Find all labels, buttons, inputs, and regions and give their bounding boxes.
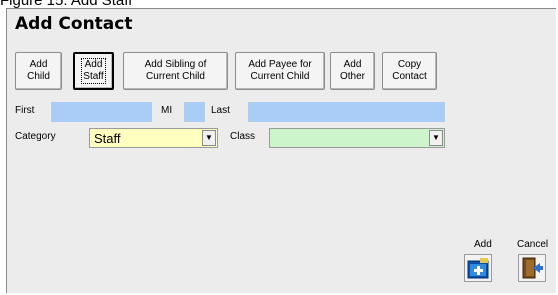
add-other-label: Add Other [339,59,365,82]
add-child-label: Add Child [27,59,50,82]
add-other-button[interactable]: Add Other [330,52,375,90]
add-payee-button[interactable]: Add Payee for Current Child [235,52,325,90]
category-label: Category [15,131,56,142]
add-sibling-button[interactable]: Add Sibling of Current Child [123,52,228,90]
add-payee-label: Add Payee for Current Child [248,59,312,82]
figure-caption: Figure 15: Add Staff [0,0,558,8]
category-dropdown-arrow-icon[interactable]: ▼ [202,130,216,146]
add-child-button[interactable]: Add Child [15,52,62,90]
last-name-label: Last [211,105,230,116]
first-name-field[interactable] [51,102,152,122]
add-sibling-label: Add Sibling of Current Child [144,59,207,82]
cancel-action-label: Cancel [517,239,549,250]
middle-initial-label: MI [161,105,173,116]
add-record-icon [467,258,489,279]
category-select[interactable]: Staff ▼ [89,128,218,148]
category-value: Staff [94,131,121,146]
middle-initial-field[interactable] [184,102,205,122]
last-name-field[interactable] [248,102,445,122]
class-label: Class [230,131,256,142]
add-staff-button[interactable]: Add Staff [73,52,114,90]
cancel-button[interactable] [518,254,546,282]
add-button[interactable] [464,254,492,282]
exit-door-icon [522,257,543,279]
add-staff-label: Add Staff [81,58,106,84]
copy-contact-button[interactable]: Copy Contact [382,52,437,90]
add-contact-dialog: Add Contact Add Child Add Staff Add Sibl… [6,8,556,293]
class-select[interactable]: ▼ [269,128,445,148]
first-name-label: First [15,105,35,116]
class-dropdown-arrow-icon[interactable]: ▼ [429,130,443,146]
copy-contact-label: Copy Contact [392,59,427,82]
dialog-title: Add Contact [15,14,133,34]
add-action-label: Add [474,239,492,250]
